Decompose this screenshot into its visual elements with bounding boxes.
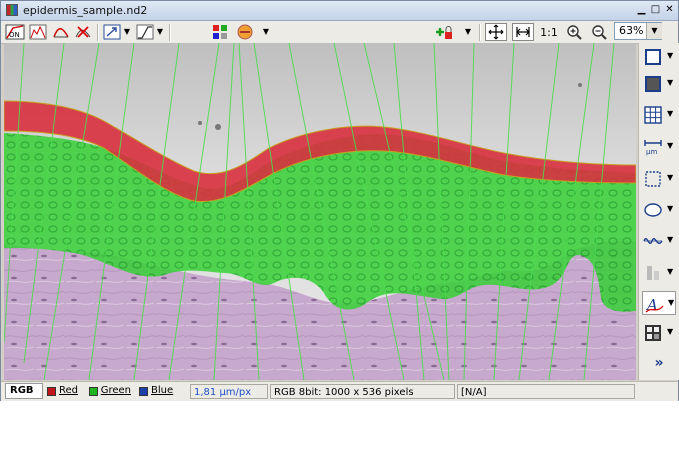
- status-bar: RGB Red Green Blue 1,81 µm/px RGB 8bit: …: [1, 381, 678, 401]
- scale-bar-icon: µm: [644, 140, 662, 156]
- more-tools-button[interactable]: »: [642, 351, 676, 375]
- channel-tab-blue[interactable]: Blue: [135, 383, 179, 399]
- lut-on-button[interactable]: ON: [4, 23, 26, 41]
- calibration-field[interactable]: 1,81 µm/px: [190, 384, 268, 399]
- minimize-button[interactable]: ▁: [635, 4, 648, 17]
- histogram-button[interactable]: [28, 23, 48, 41]
- maximize-button[interactable]: □: [649, 4, 662, 17]
- extra-info-field: [N/A]: [457, 384, 635, 399]
- rectangle-roi-tool[interactable]: ▼: [642, 45, 676, 69]
- fit-to-screen-icon: [488, 24, 504, 40]
- chevron-down-icon: ▼: [667, 327, 674, 336]
- chevron-down-icon: ▼: [668, 298, 675, 307]
- sliders-icon: [647, 266, 659, 280]
- debris-spot: [578, 83, 582, 87]
- remove-curve-button[interactable]: [73, 23, 93, 41]
- ellipse-roi-tool[interactable]: ▼: [642, 198, 676, 222]
- channel-tab-rgb[interactable]: RGB: [5, 383, 43, 399]
- profile-icon: [643, 238, 663, 244]
- scale-bar-tool[interactable]: µm ▼: [642, 135, 676, 159]
- zoom-in-icon: [567, 25, 582, 40]
- chevron-down-icon: ▼: [667, 141, 674, 150]
- lock-add-button[interactable]: [433, 23, 455, 41]
- right-tool-panel: ▼ ▼ ▼ µm ▼ ▼ ▼ ▼ ▼ A ▼ ▼ »: [638, 43, 679, 380]
- channel-tab-red[interactable]: Red: [43, 383, 85, 399]
- channel-label: Green: [100, 385, 131, 396]
- document-window: epidermis_sample.nd2 ▁ □ ✕ ON ▼ ▼ ▼ ▼ 1:…: [0, 0, 679, 401]
- zoom-out-button[interactable]: [589, 23, 609, 41]
- blue-swatch-icon: [139, 386, 148, 396]
- channel-tab-green[interactable]: Green: [85, 383, 135, 399]
- chevron-down-icon: ▼: [667, 109, 674, 118]
- lock-dropdown[interactable]: ▼: [464, 25, 472, 39]
- histogram-icon: [29, 24, 47, 40]
- remove-curve-icon: [75, 26, 91, 38]
- chevron-down-icon: ▼: [667, 51, 674, 60]
- red-swatch-icon: [47, 386, 56, 396]
- overlay-icon: [645, 76, 661, 92]
- close-button[interactable]: ✕: [663, 4, 676, 17]
- fit-to-screen-button[interactable]: [485, 23, 507, 41]
- ellipse-roi-icon: [644, 203, 662, 217]
- chevron-down-icon: ▼: [667, 78, 674, 87]
- tissue-image: [4, 43, 636, 380]
- channels-button[interactable]: [210, 23, 230, 41]
- title-bar[interactable]: epidermis_sample.nd2 ▁ □ ✕: [1, 1, 678, 21]
- channel-label: Red: [59, 385, 78, 396]
- app-icon: [6, 4, 18, 16]
- zoom-value: 63%: [619, 24, 644, 37]
- grid-tool[interactable]: ▼: [642, 103, 676, 127]
- image-info-field: RGB 8bit: 1000 x 536 pixels: [270, 384, 455, 399]
- curve-icon: [53, 28, 69, 38]
- color-picker-icon: [237, 24, 253, 40]
- zoom-out-icon: [592, 25, 607, 40]
- gamma-dropdown[interactable]: ▼: [156, 25, 164, 39]
- window-title: epidermis_sample.nd2: [23, 4, 148, 17]
- annotation-text-tool[interactable]: A ▼: [642, 291, 676, 315]
- image-viewer[interactable]: [4, 43, 636, 380]
- fit-width-button[interactable]: [512, 23, 534, 41]
- curve-button[interactable]: [51, 23, 71, 41]
- chevron-down-icon: ▼: [667, 235, 674, 244]
- toolbar-separator: [479, 24, 481, 41]
- zoom-in-button[interactable]: [564, 23, 584, 41]
- view-mode-tool[interactable]: ▼: [642, 321, 676, 345]
- chevron-down-icon: ▼: [667, 173, 674, 182]
- color-picker-dropdown[interactable]: ▼: [262, 25, 270, 39]
- channel-label: RGB: [10, 385, 34, 396]
- annotation-text-icon: A: [645, 296, 664, 314]
- gamma-curve-icon: [136, 24, 154, 40]
- rectangle-roi-icon: [645, 49, 661, 65]
- one-to-one-button[interactable]: 1:1: [538, 23, 560, 41]
- color-picker-button[interactable]: [234, 23, 256, 41]
- lut-on-icon: ON: [5, 24, 25, 40]
- grid-icon: [644, 106, 662, 124]
- zoom-dropdown-arrow[interactable]: ▼: [646, 23, 662, 39]
- chevron-down-icon: ▼: [667, 204, 674, 213]
- view-mode-icon: [645, 325, 661, 341]
- sliders-tool[interactable]: ▼: [642, 261, 676, 285]
- image-toolbar: ON ▼ ▼ ▼ ▼ 1:1 63% ▼: [1, 21, 678, 44]
- gamma-curve-button[interactable]: [135, 23, 155, 41]
- profile-tool[interactable]: ▼: [642, 229, 676, 253]
- toolbar-separator: [169, 24, 171, 41]
- crop-tool[interactable]: ▼: [642, 167, 676, 191]
- debris-spot: [198, 121, 202, 125]
- chevron-down-icon: ▼: [667, 267, 674, 276]
- overlay-tool[interactable]: ▼: [642, 72, 676, 96]
- channel-label: Blue: [151, 385, 174, 396]
- green-swatch-icon: [89, 386, 98, 396]
- auto-contrast-icon: [103, 24, 121, 40]
- svg-text:µm: µm: [646, 148, 657, 156]
- auto-contrast-dropdown[interactable]: ▼: [123, 25, 131, 39]
- toolbar-separator: [97, 24, 99, 41]
- fit-width-icon: [516, 27, 530, 37]
- debris-spot: [215, 124, 221, 130]
- lock-add-icon: [436, 26, 452, 39]
- channels-icon: [213, 25, 227, 39]
- crop-icon: [645, 171, 661, 187]
- svg-text:ON: ON: [9, 31, 20, 39]
- auto-contrast-button[interactable]: [102, 23, 122, 41]
